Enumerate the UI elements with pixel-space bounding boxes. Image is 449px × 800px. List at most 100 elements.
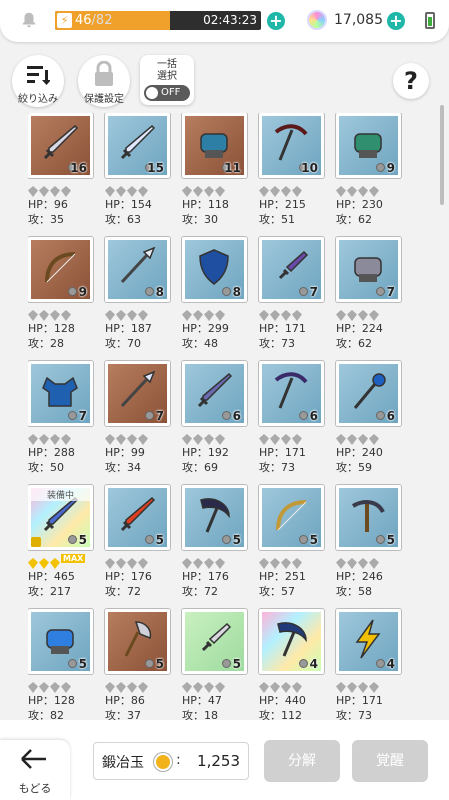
equipment-card[interactable]: 7 HP：171 攻：73	[259, 237, 329, 355]
equipment-thumbnail[interactable]: 5	[105, 609, 170, 674]
hp-stat: HP：128	[28, 322, 75, 335]
equipment-thumbnail[interactable]: 16	[28, 113, 93, 178]
bulk-select-button[interactable]: 一括 選択 OFF	[140, 55, 194, 105]
rarity-stars	[182, 182, 252, 197]
equipment-thumbnail[interactable]: 5	[336, 485, 401, 550]
equipment-thumbnail[interactable]: 15	[105, 113, 170, 178]
equipment-card[interactable]: 8 HP：187 攻：70	[105, 237, 175, 355]
item-count: 5	[232, 533, 241, 547]
equipment-thumbnail[interactable]: 10	[259, 113, 324, 178]
equipment-card[interactable]: 5 HP：251 攻：57	[259, 485, 329, 603]
awaken-button[interactable]: 覚醒	[352, 740, 428, 782]
item-count: 5	[155, 657, 164, 671]
stack-icon	[68, 659, 77, 668]
add-gem-button[interactable]: +	[387, 12, 405, 30]
attack-stat: 攻：69	[182, 461, 218, 474]
stack-icon	[376, 535, 385, 544]
stack-icon	[222, 659, 231, 668]
equipment-thumbnail[interactable]: 9	[336, 113, 401, 178]
equipment-thumbnail[interactable]: 5	[105, 485, 170, 550]
equipment-card[interactable]: 5 HP：176 攻：72	[182, 485, 252, 603]
equipment-card[interactable]: 8 HP：299 攻：48	[182, 237, 252, 355]
back-label: もどる	[18, 782, 52, 795]
attack-stat: 攻：59	[336, 461, 372, 474]
back-button[interactable]: もどる	[0, 740, 70, 800]
equipment-thumbnail[interactable]: 6	[259, 361, 324, 426]
equipment-thumbnail[interactable]: 6	[182, 361, 247, 426]
stamina-fill	[55, 11, 171, 30]
disassemble-button[interactable]: 分解	[264, 740, 340, 782]
bulk-select-toggle[interactable]: OFF	[144, 85, 190, 101]
attack-stat: 攻：48	[182, 337, 218, 350]
equipment-card[interactable]: 7 HP：99 攻：34	[105, 361, 175, 479]
smith-orb-icon	[154, 753, 172, 771]
equipment-thumbnail[interactable]: 6	[336, 361, 401, 426]
spear-icon	[120, 246, 156, 284]
equipment-thumbnail[interactable]: 装備中 5	[28, 485, 93, 550]
stack-icon	[68, 287, 77, 296]
hp-stat: HP：224	[336, 322, 383, 335]
equipment-card[interactable]: 4 HP：171 攻：73	[336, 609, 406, 720]
hp-stat: HP：128	[28, 694, 75, 707]
hp-stat: HP：47	[182, 694, 222, 707]
equipment-thumbnail[interactable]: 7	[105, 361, 170, 426]
equipment-thumbnail[interactable]: 7	[28, 361, 93, 426]
attack-stat: 攻：28	[28, 337, 64, 350]
rarity-stars	[28, 182, 98, 197]
equipment-card[interactable]: 15 HP：154 攻：63	[105, 113, 175, 231]
equipment-thumbnail[interactable]: 8	[182, 237, 247, 302]
protect-settings-button[interactable]: 保護設定	[78, 55, 130, 107]
hp-stat: HP：171	[336, 694, 383, 707]
hp-stat: HP：215	[259, 198, 306, 211]
equipment-thumbnail[interactable]: 11	[182, 113, 247, 178]
add-stamina-button[interactable]: +	[267, 12, 285, 30]
equipment-card[interactable]: 6 HP：171 攻：73	[259, 361, 329, 479]
item-count: 7	[155, 409, 164, 423]
equipment-card[interactable]: 10 HP：215 攻：51	[259, 113, 329, 231]
equipment-card[interactable]: 5 HP：86 攻：37	[105, 609, 175, 720]
rarity-stars	[105, 554, 175, 569]
equipment-card[interactable]: 11 HP：118 攻：30	[182, 113, 252, 231]
equipment-card[interactable]: 5 HP：176 攻：72	[105, 485, 175, 603]
equipment-card[interactable]: 6 HP：192 攻：69	[182, 361, 252, 479]
rarity-stars	[336, 182, 406, 197]
equipment-thumbnail[interactable]: 9	[28, 237, 93, 302]
help-button[interactable]: ?	[393, 63, 429, 99]
rarity-stars: MAX	[28, 554, 98, 569]
equipment-thumbnail[interactable]: 7	[336, 237, 401, 302]
equipment-card[interactable]: 5 HP：246 攻：58	[336, 485, 406, 603]
equipment-thumbnail[interactable]: 4	[259, 609, 324, 674]
equipment-thumbnail[interactable]: 5	[259, 485, 324, 550]
bell-icon[interactable]	[20, 11, 38, 29]
sword-icon	[43, 124, 79, 160]
equipment-thumbnail[interactable]: 5	[28, 609, 93, 674]
equipment-card[interactable]: 9 HP：128 攻：28	[28, 237, 98, 355]
equipment-thumbnail[interactable]: 7	[259, 237, 324, 302]
equipment-thumbnail[interactable]: 5	[182, 609, 247, 674]
item-count: 6	[386, 409, 395, 423]
scrollbar[interactable]	[440, 100, 444, 720]
equipment-card[interactable]: 7 HP：224 攻：62	[336, 237, 406, 355]
equipment-card[interactable]: 5 HP：47 攻：18	[182, 609, 252, 720]
gauntlet-icon	[46, 629, 74, 654]
equipment-card[interactable]: 5 HP：128 攻：82	[28, 609, 98, 720]
equipment-card[interactable]: 4 HP：440 攻：112	[259, 609, 329, 720]
attack-stat: 攻：51	[259, 213, 295, 226]
stamina-value: 46/82	[75, 13, 113, 28]
equipment-thumbnail[interactable]: 5	[182, 485, 247, 550]
equipment-card[interactable]: 6 HP：240 攻：59	[336, 361, 406, 479]
equipment-card[interactable]: 装備中 5 MAX HP：465 攻：217	[28, 485, 98, 603]
gauntlet-icon	[200, 133, 228, 158]
stack-icon	[299, 659, 308, 668]
rarity-stars	[336, 430, 406, 445]
equipment-card[interactable]: 7 HP：288 攻：50	[28, 361, 98, 479]
item-count: 8	[155, 285, 164, 299]
equipment-card[interactable]: 9 HP：230 攻：62	[336, 113, 406, 231]
scrollbar-thumb[interactable]	[440, 105, 444, 205]
equipment-thumbnail[interactable]: 8	[105, 237, 170, 302]
item-count: 11	[224, 161, 241, 175]
attack-stat: 攻：73	[259, 337, 295, 350]
equipment-thumbnail[interactable]: 4	[336, 609, 401, 674]
filter-button[interactable]: 絞り込み	[12, 55, 64, 107]
equipment-card[interactable]: 16 HP：96 攻：35	[28, 113, 98, 231]
